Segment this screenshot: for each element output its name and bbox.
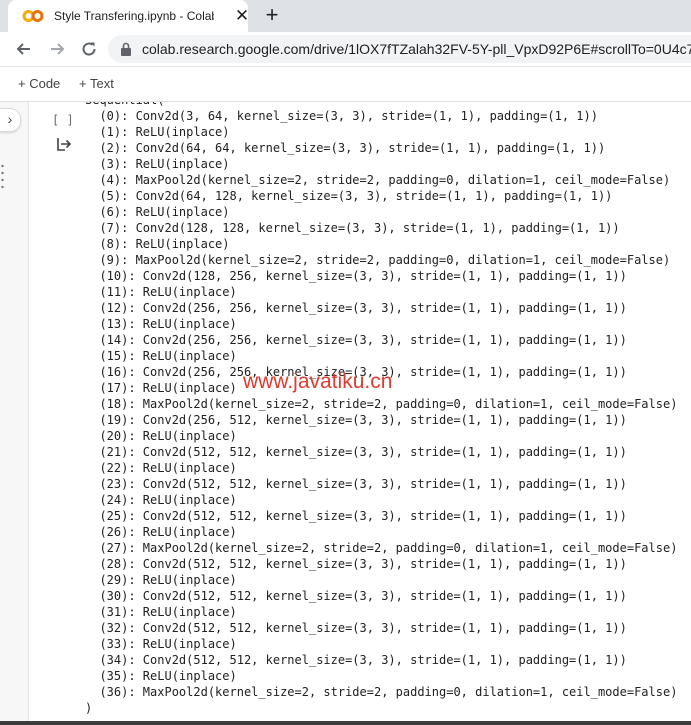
- output-line: (9): MaxPool2d(kernel_size=2, stride=2, …: [85, 253, 671, 267]
- output-line: (15): ReLU(inplace): [85, 349, 237, 363]
- address-bar[interactable]: colab.research.google.com/drive/1lOX7fTZ…: [108, 35, 691, 63]
- notebook-area: › [ ] Sequential( (0): Conv2d(3, 64, ker…: [0, 102, 691, 721]
- add-code-cell-button[interactable]: + Code: [18, 76, 60, 92]
- output-line: (35): ReLU(inplace): [85, 669, 237, 683]
- output-line: (24): ReLU(inplace): [85, 493, 237, 507]
- output-line: (27): MaxPool2d(kernel_size=2, stride=2,…: [85, 541, 678, 555]
- cell-output: Sequential( (0): Conv2d(3, 64, kernel_si…: [85, 102, 677, 716]
- output-line: (3): ReLU(inplace): [85, 157, 230, 171]
- output-line: (23): Conv2d(512, 512, kernel_size=(3, 3…: [85, 477, 627, 491]
- tab-title: Style Transfering.ipynb - Colaboratory: [54, 9, 214, 23]
- output-line: (2): Conv2d(64, 64, kernel_size=(3, 3), …: [85, 141, 606, 155]
- left-sidebar-strip: [0, 102, 29, 721]
- output-line: (20): ReLU(inplace): [85, 429, 237, 443]
- output-line: (13): ReLU(inplace): [85, 317, 237, 331]
- output-line: (11): ReLU(inplace): [85, 285, 237, 299]
- output-line: (7): Conv2d(128, 128, kernel_size=(3, 3)…: [85, 221, 620, 235]
- browser-tab[interactable]: Style Transfering.ipynb - Colaboratory ✕: [8, 0, 249, 32]
- watermark: www.javatiku.cn: [243, 370, 393, 393]
- output-redirect-icon[interactable]: [56, 137, 72, 151]
- output-line: (14): Conv2d(256, 256, kernel_size=(3, 3…: [85, 333, 627, 347]
- forward-arrow-icon[interactable]: [46, 37, 70, 61]
- expand-sidebar-chevron-icon[interactable]: ›: [0, 108, 21, 132]
- output-line: (8): ReLU(inplace): [85, 237, 230, 251]
- output-line: (34): Conv2d(512, 512, kernel_size=(3, 3…: [85, 653, 627, 667]
- output-line: (10): Conv2d(128, 256, kernel_size=(3, 3…: [85, 269, 627, 283]
- output-line: (33): ReLU(inplace): [85, 637, 237, 651]
- output-line: (28): Conv2d(512, 512, kernel_size=(3, 3…: [85, 557, 627, 571]
- output-line: (19): Conv2d(256, 512, kernel_size=(3, 3…: [85, 413, 627, 427]
- bottom-edge: [0, 721, 691, 725]
- output-line: (12): Conv2d(256, 256, kernel_size=(3, 3…: [85, 301, 627, 315]
- output-line: (22): ReLU(inplace): [85, 461, 237, 475]
- output-line: (29): ReLU(inplace): [85, 573, 237, 587]
- drag-handle-icon: [1, 164, 4, 189]
- output-line: (18): MaxPool2d(kernel_size=2, stride=2,…: [85, 397, 678, 411]
- output-line: (21): Conv2d(512, 512, kernel_size=(3, 3…: [85, 445, 627, 459]
- browser-tab-strip: Style Transfering.ipynb - Colaboratory ✕…: [0, 0, 691, 32]
- output-line: (0): Conv2d(3, 64, kernel_size=(3, 3), s…: [85, 109, 598, 123]
- output-line: (5): Conv2d(64, 128, kernel_size=(3, 3),…: [85, 189, 613, 203]
- lock-icon: [121, 42, 131, 56]
- output-line: (26): ReLU(inplace): [85, 525, 237, 539]
- new-tab-icon[interactable]: +: [260, 4, 284, 28]
- output-line: (36): MaxPool2d(kernel_size=2, stride=2,…: [85, 685, 678, 699]
- colab-toolbar: + Code + Text: [0, 67, 691, 102]
- output-line: (31): ReLU(inplace): [85, 605, 237, 619]
- cell-run-bracket[interactable]: [ ]: [52, 112, 74, 128]
- output-line: ): [85, 701, 93, 715]
- output-line: (25): Conv2d(512, 512, kernel_size=(3, 3…: [85, 509, 627, 523]
- browser-toolbar: colab.research.google.com/drive/1lOX7fTZ…: [0, 32, 691, 67]
- output-line: (4): MaxPool2d(kernel_size=2, stride=2, …: [85, 173, 671, 187]
- output-line: (6): ReLU(inplace): [85, 205, 230, 219]
- colab-logo-icon: [22, 10, 44, 22]
- url-text: colab.research.google.com/drive/1lOX7fTZ…: [142, 41, 691, 57]
- reload-icon[interactable]: [77, 37, 101, 61]
- output-line: (32): Conv2d(512, 512, kernel_size=(3, 3…: [85, 621, 627, 635]
- close-tab-icon[interactable]: ✕: [232, 6, 252, 26]
- add-text-cell-button[interactable]: + Text: [79, 76, 114, 92]
- back-arrow-icon[interactable]: [11, 37, 35, 61]
- output-line: (1): ReLU(inplace): [85, 125, 230, 139]
- output-line: (30): Conv2d(512, 512, kernel_size=(3, 3…: [85, 589, 627, 603]
